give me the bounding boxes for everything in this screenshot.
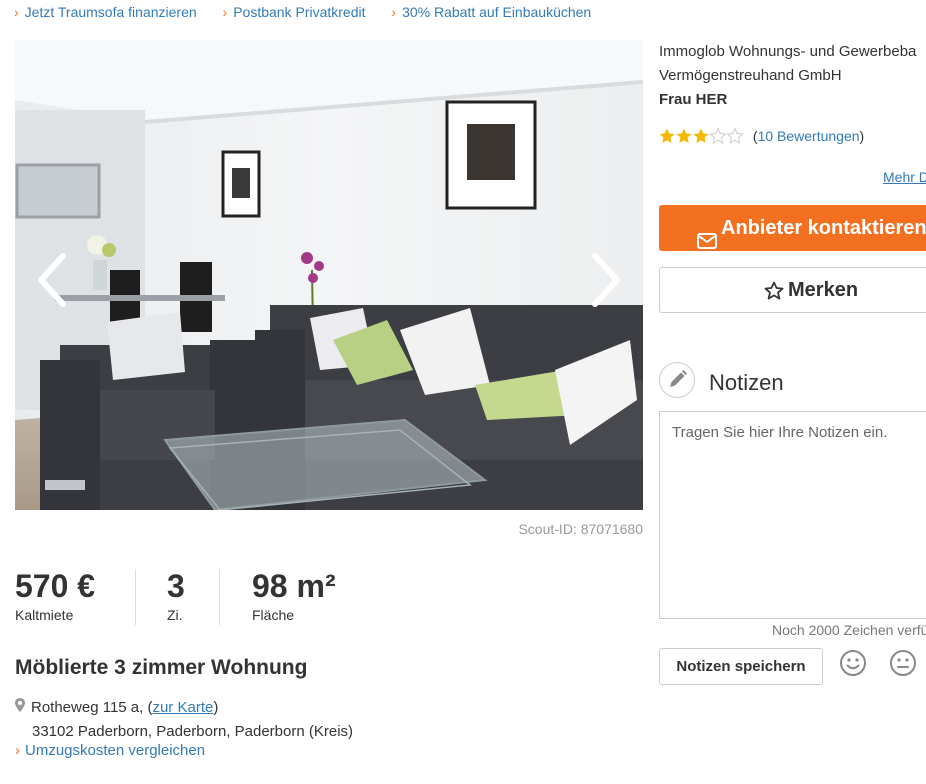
- fact-area: 98 m² Fläche: [252, 567, 336, 623]
- street-close: ): [213, 699, 219, 716]
- save-listing-label: Merken: [788, 279, 859, 301]
- chevron-right-icon: ›: [222, 4, 228, 20]
- photo-gallery[interactable]: [15, 40, 643, 510]
- notes-char-counter: Noch 2000 Zeichen verfü: [772, 622, 926, 638]
- moving-cost-row: › Umzugskosten vergleichen: [15, 742, 205, 759]
- smiley-neutral-icon[interactable]: [889, 649, 917, 677]
- rent-label: Kaltmiete: [15, 607, 74, 623]
- star-filled-icon: [693, 128, 709, 143]
- fact-divider: [219, 569, 220, 625]
- provider-rating: (10 Bewertungen): [659, 127, 865, 147]
- city-line: 33102 Paderborn, Paderborn, Paderborn (K…: [32, 723, 354, 740]
- pencil-icon: [659, 362, 695, 398]
- listing-title: Möblierte 3 zimmer Wohnung: [15, 656, 308, 679]
- area-value: 98 m²: [252, 568, 336, 604]
- contact-provider-label: Anbieter kontaktieren: [721, 217, 926, 239]
- contact-name: Frau HER: [659, 91, 728, 108]
- rent-value: 570 €: [15, 568, 96, 604]
- top-links-bar: › Jetzt Traumsofa finanzieren › Postbank P…: [14, 4, 613, 20]
- listing-photo: [15, 40, 643, 510]
- scout-id: Scout-ID: 87071680: [518, 521, 643, 537]
- notes-textarea[interactable]: [659, 411, 926, 619]
- rooms-value: 3: [167, 568, 185, 604]
- chevron-right-icon: ›: [14, 4, 19, 20]
- star-outline-icon: [764, 281, 784, 307]
- chevron-right-icon: [592, 253, 620, 307]
- notes-title: Notizen: [709, 370, 784, 395]
- street-text: Rotheweg 115 a, (: [31, 699, 153, 716]
- rating-stars: [659, 127, 745, 147]
- save-listing-button[interactable]: Merken: [659, 267, 926, 313]
- smiley-happy-icon[interactable]: [839, 649, 867, 677]
- star-empty-icon: [709, 127, 727, 145]
- fact-rooms: 3 Zi.: [167, 567, 185, 623]
- star-empty-icon: [726, 127, 744, 145]
- contact-provider-button[interactable]: Anbieter kontaktieren: [659, 205, 926, 251]
- chevron-right-icon: ›: [15, 742, 20, 759]
- rooms-label: Zi.: [167, 607, 183, 623]
- company-name-line2: Vermögenstreuhand GmbH: [659, 67, 842, 84]
- fact-rent: 570 € Kaltmiete: [15, 567, 95, 623]
- chevron-right-icon: ›: [391, 4, 397, 20]
- envelope-icon: [697, 220, 717, 266]
- gallery-prev-button[interactable]: [33, 250, 73, 310]
- reviews-link[interactable]: 10 Bewertungen: [758, 128, 860, 144]
- gallery-next-button[interactable]: [585, 250, 625, 310]
- map-marker-icon: [15, 696, 25, 720]
- star-filled-icon: [659, 128, 675, 143]
- chevron-left-icon: [38, 253, 66, 307]
- link-einbaukuechen[interactable]: 30% Rabatt auf Einbauküchen: [402, 4, 591, 20]
- address-block: Rotheweg 115 a, (zur Karte) 33102 Paderb…: [15, 696, 353, 744]
- area-label: Fläche: [252, 607, 295, 623]
- reviews-close: ): [859, 128, 865, 145]
- provider-info: Immoglob Wohnungs- und Gewerbeba Vermöge…: [659, 40, 916, 112]
- company-name-line1: Immoglob Wohnungs- und Gewerbeba: [659, 43, 917, 60]
- save-notes-button[interactable]: Notizen speichern: [659, 648, 823, 685]
- moving-cost-link[interactable]: Umzugskosten vergleichen: [25, 742, 205, 759]
- link-traumsofa[interactable]: Jetzt Traumsofa finanzieren: [25, 4, 197, 20]
- map-link[interactable]: zur Karte: [152, 699, 213, 716]
- fact-divider: [135, 569, 136, 625]
- more-info-link[interactable]: Mehr D: [883, 169, 926, 185]
- link-privatkredit[interactable]: Postbank Privatkredit: [233, 4, 365, 20]
- star-filled-icon: [676, 128, 692, 143]
